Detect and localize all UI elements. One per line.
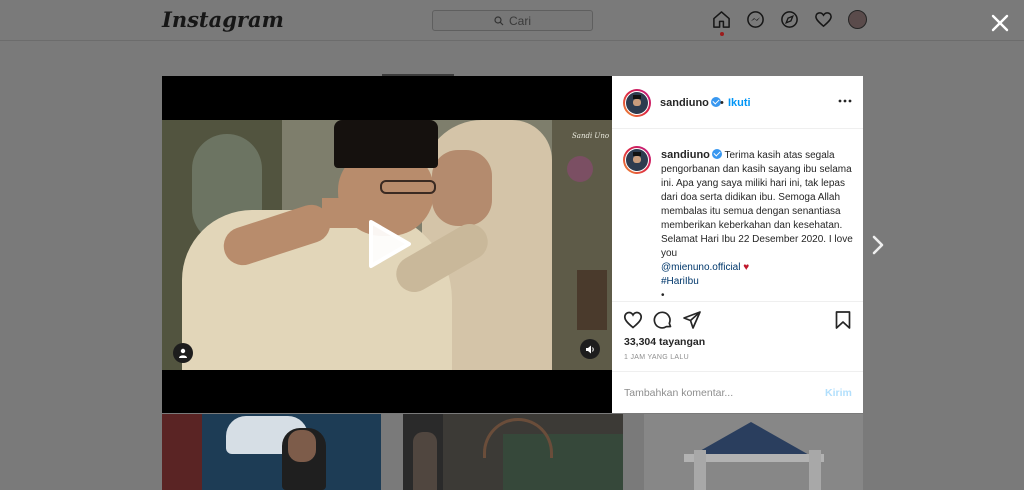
more-options-icon[interactable] bbox=[838, 94, 852, 108]
explore-icon[interactable] bbox=[780, 10, 799, 29]
video-watermark: Sandi Uno bbox=[572, 132, 610, 140]
speaker-icon bbox=[585, 345, 594, 353]
play-icon[interactable] bbox=[365, 218, 413, 270]
post-timestamp: 1 JAM YANG LALU bbox=[624, 354, 689, 361]
top-navigation-bar: Instagram Cari bbox=[0, 0, 1024, 41]
grid-thumbnail-1[interactable] bbox=[162, 414, 381, 490]
next-post-chevron-icon[interactable] bbox=[870, 234, 886, 256]
comment-input[interactable] bbox=[624, 383, 814, 403]
profile-avatar[interactable] bbox=[848, 10, 867, 29]
notification-dot bbox=[720, 32, 724, 36]
close-icon[interactable] bbox=[990, 13, 1010, 33]
grid-thumbnail-2[interactable] bbox=[403, 414, 623, 490]
verified-badge-icon bbox=[711, 149, 722, 159]
post-caption: sandiuno Terima kasih atas segala pengor… bbox=[661, 148, 856, 303]
post-header: sandiuno • Ikuti bbox=[612, 76, 863, 129]
messenger-icon[interactable] bbox=[746, 10, 765, 29]
home-icon[interactable] bbox=[712, 10, 731, 29]
like-heart-icon[interactable] bbox=[623, 310, 643, 330]
mention-link[interactable]: @mienuno.official bbox=[661, 262, 740, 273]
search-icon bbox=[494, 15, 504, 25]
video-player[interactable]: Sandi Uno bbox=[162, 120, 612, 370]
post-media: Sandi Uno bbox=[162, 76, 612, 413]
hashtag-link[interactable]: #HariIbu bbox=[661, 276, 699, 287]
author-avatar[interactable] bbox=[623, 89, 651, 117]
search-box[interactable]: Cari bbox=[432, 10, 593, 31]
search-placeholder: Cari bbox=[508, 13, 531, 28]
post-comment-button[interactable]: Kirim bbox=[825, 387, 852, 399]
grid-thumbnail-3[interactable] bbox=[644, 414, 863, 490]
person-icon bbox=[179, 348, 187, 358]
separator-dot: • bbox=[720, 97, 724, 109]
sound-toggle-button[interactable] bbox=[580, 339, 600, 359]
comment-icon[interactable] bbox=[653, 310, 673, 330]
divider bbox=[612, 301, 863, 302]
heart-emoji: ♥ bbox=[743, 262, 750, 273]
tagged-user-button[interactable] bbox=[173, 343, 193, 363]
author-username-link[interactable]: sandiuno bbox=[660, 97, 721, 109]
caption-trail: • bbox=[661, 290, 665, 301]
view-count[interactable]: 33,304 tayangan bbox=[624, 336, 705, 348]
instagram-logo[interactable]: Instagram bbox=[162, 7, 284, 32]
post-detail-panel: sandiuno • Ikuti sandiuno Terima kasih a… bbox=[612, 76, 863, 413]
caption-username-link[interactable]: sandiuno bbox=[661, 149, 722, 161]
heart-icon[interactable] bbox=[814, 10, 833, 29]
nav-icons bbox=[712, 10, 867, 29]
caption-text: Terima kasih atas segala pengorbanan dan… bbox=[661, 150, 853, 259]
caption-avatar[interactable] bbox=[623, 146, 651, 174]
share-icon[interactable] bbox=[682, 310, 702, 330]
divider bbox=[612, 371, 863, 372]
follow-button[interactable]: Ikuti bbox=[728, 97, 751, 109]
save-bookmark-icon[interactable] bbox=[833, 310, 853, 330]
